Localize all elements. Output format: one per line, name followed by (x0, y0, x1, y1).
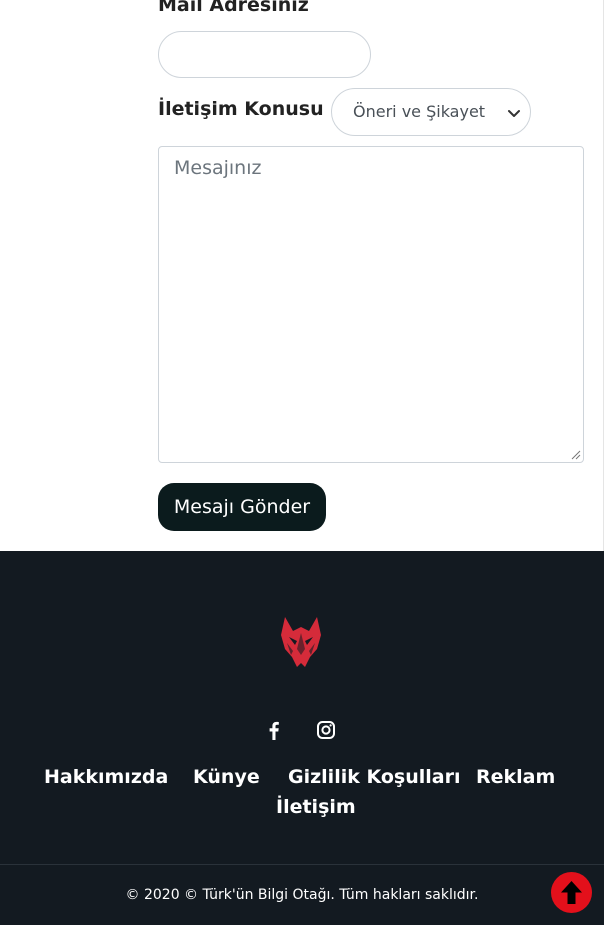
send-message-button[interactable]: Mesajı Gönder (158, 483, 326, 531)
contact-form: Mail Adresiniz İletişim Konusu Öneri ve … (0, 0, 604, 551)
footer-link-contact[interactable]: İletişim (276, 796, 356, 818)
topic-select[interactable]: Öneri ve Şikayet (331, 88, 531, 136)
instagram-icon[interactable] (315, 719, 337, 741)
site-footer: Hakkımızda Künye Gizlilik Koşulları Rekl… (0, 551, 604, 925)
message-placeholder: Mesajınız (174, 157, 262, 179)
topic-selected-value: Öneri ve Şikayet (353, 102, 486, 121)
footer-link-about[interactable]: Hakkımızda (44, 766, 168, 788)
footer-divider (0, 864, 604, 865)
arrow-up-icon (561, 881, 582, 904)
facebook-icon[interactable] (263, 719, 285, 741)
scroll-to-top-button[interactable] (551, 872, 592, 913)
message-textarea[interactable]: Mesajınız (158, 146, 584, 463)
mail-input[interactable] (158, 31, 371, 78)
copyright-text: © 2020 © Türk'ün Bilgi Otağı. Tüm haklar… (125, 887, 479, 903)
resize-grip-icon[interactable] (571, 450, 581, 460)
chevron-down-icon (508, 110, 520, 117)
mail-label: Mail Adresiniz (158, 0, 309, 16)
topic-label: İletişim Konusu (158, 98, 324, 120)
footer-link-ads[interactable]: Reklam (476, 766, 555, 788)
footer-link-privacy[interactable]: Gizlilik Koşulları (288, 766, 460, 788)
wolf-head-icon[interactable] (277, 615, 325, 669)
footer-link-imprint[interactable]: Künye (193, 766, 260, 788)
